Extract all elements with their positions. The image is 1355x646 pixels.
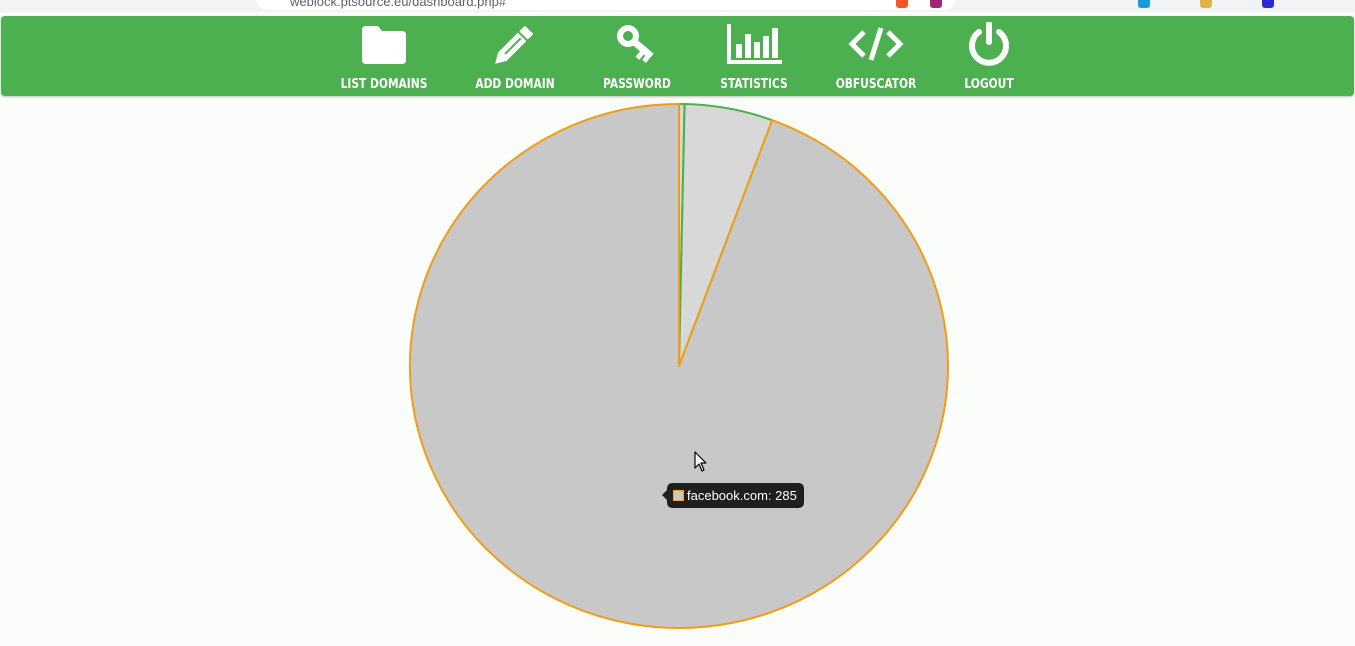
tooltip-swatch: [673, 490, 684, 501]
extension-icon[interactable]: [1138, 0, 1150, 8]
nav-label-logout: LOGOUT: [964, 77, 1014, 92]
nav-label-statistics: STATISTICS: [720, 77, 788, 92]
main-navigation: LIST DOMAINS ADD DOMAIN PASSWORD STATIST…: [1, 16, 1354, 96]
nav-item-password[interactable]: PASSWORD: [577, 16, 697, 96]
nav-label-add-domain: ADD DOMAIN: [475, 77, 555, 92]
browser-toolbar: weblock.ptsource.eu/dashboard.php#: [0, 0, 1355, 12]
extension-icon[interactable]: [1200, 0, 1212, 8]
nav-item-add-domain[interactable]: ADD DOMAIN: [455, 16, 575, 96]
power-icon: [969, 22, 1009, 66]
mouse-cursor-icon: [694, 451, 707, 472]
nav-item-obfuscator[interactable]: OBFUSCATOR: [816, 16, 936, 96]
nav-label-password: PASSWORD: [603, 77, 671, 92]
nav-item-list-domains[interactable]: LIST DOMAINS: [324, 16, 444, 96]
extension-icon[interactable]: [1262, 0, 1274, 8]
brave-shield-icon[interactable]: [896, 0, 908, 8]
folder-icon: [362, 26, 406, 64]
nav-label-list-domains: LIST DOMAINS: [340, 77, 428, 92]
nav-label-obfuscator: OBFUSCATOR: [835, 77, 917, 92]
address-bar-url[interactable]: weblock.ptsource.eu/dashboard.php#: [290, 0, 506, 9]
bar-chart-icon: [727, 24, 782, 64]
key-icon: [617, 25, 654, 63]
domain-pie-chart: [408, 103, 949, 629]
nav-item-statistics[interactable]: STATISTICS: [694, 16, 814, 96]
pencil-icon: [495, 26, 533, 64]
tooltip-text: facebook.com: 285: [687, 488, 797, 503]
chart-tooltip: facebook.com: 285: [662, 483, 804, 508]
rewards-icon[interactable]: [930, 0, 942, 8]
nav-item-logout[interactable]: LOGOUT: [929, 16, 1049, 96]
pie-slice-2[interactable]: [408, 103, 949, 629]
code-icon: [848, 27, 904, 61]
